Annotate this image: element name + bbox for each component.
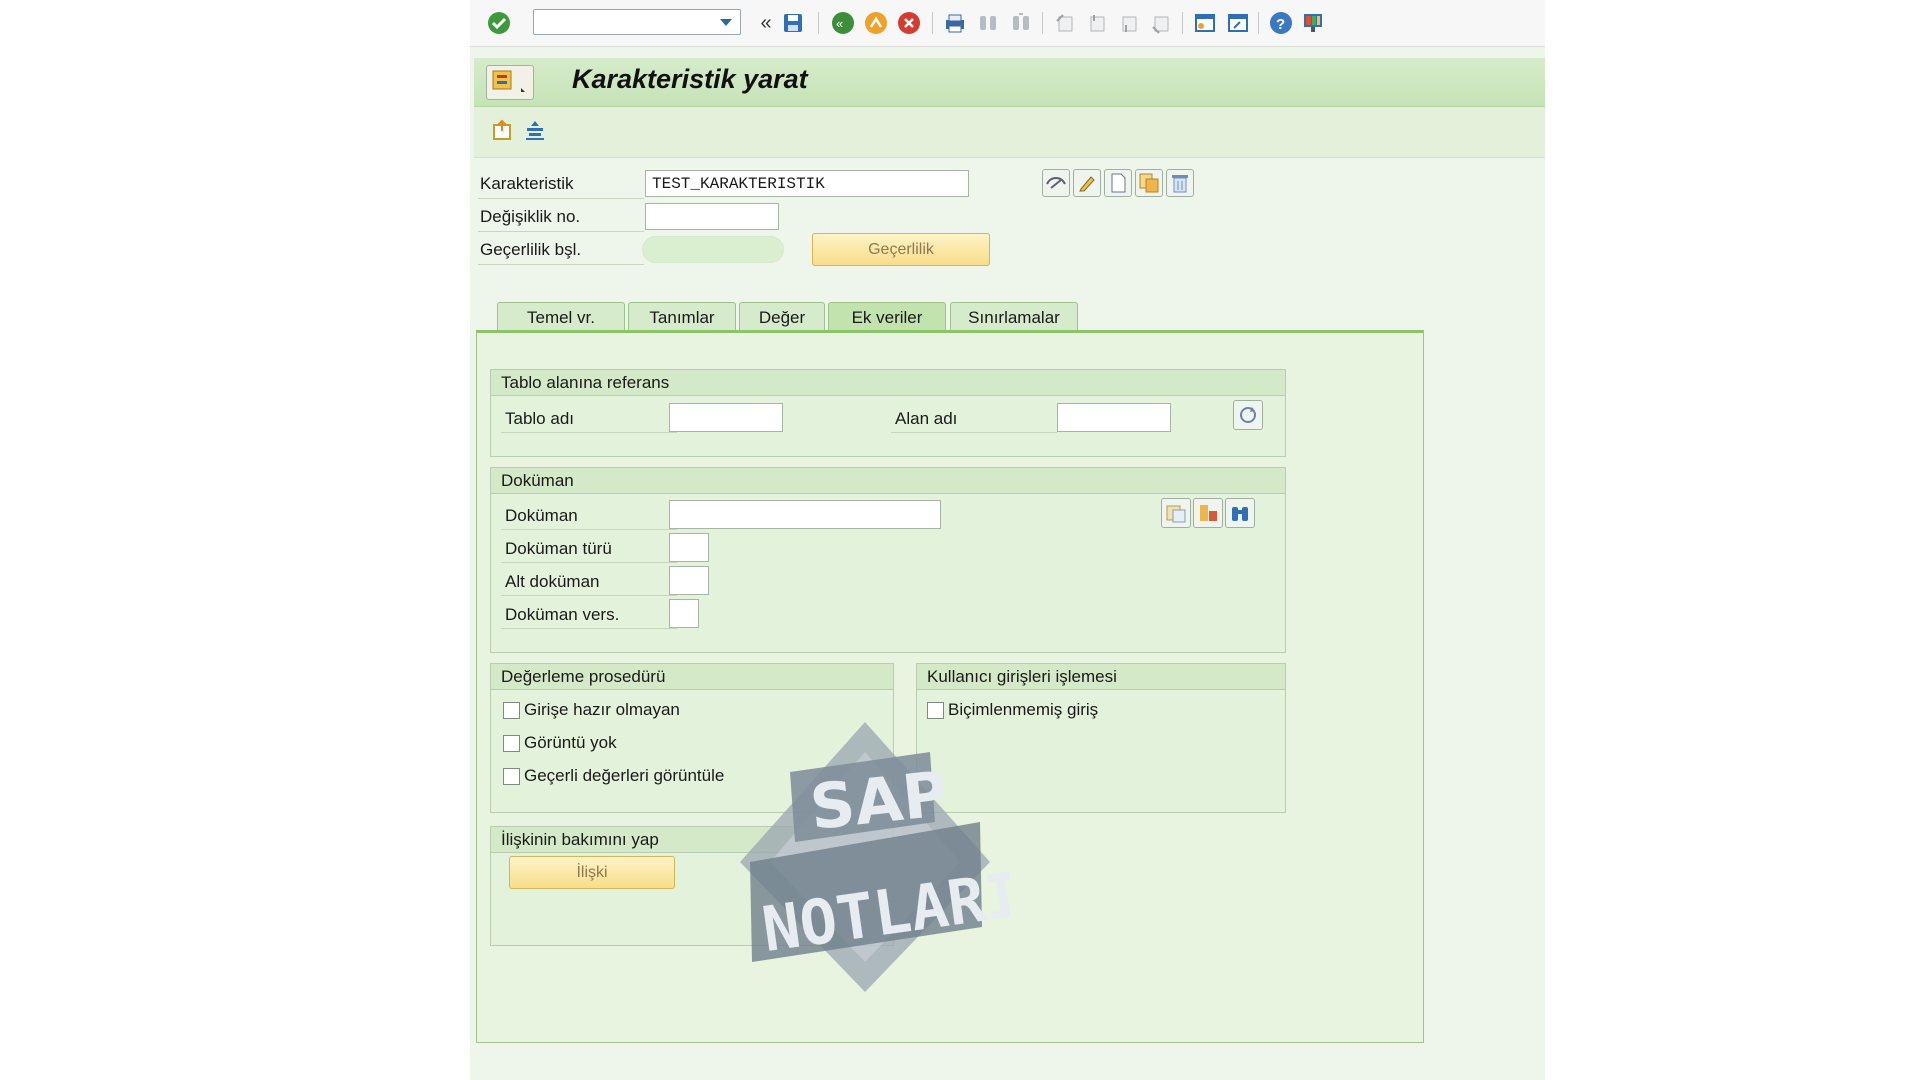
find-next-icon [1008,10,1034,36]
validity-button[interactable]: Geçerlilik [812,233,990,266]
valid-from-field [642,236,784,263]
exit-icon[interactable] [863,10,889,36]
tab-additional-data[interactable]: Ek veriler [828,302,946,332]
tab-basic-data[interactable]: Temel vr. [497,302,625,332]
table-reference-group: Tablo alanına referans Tablo adı Alan ad… [490,369,1286,457]
no-display-checkbox[interactable] [503,735,520,752]
chevron-down-icon[interactable] [720,19,732,26]
customize-layout-icon[interactable] [1300,10,1326,36]
page-title: Karakteristik yarat [572,64,808,94]
no-display-label: Görüntü yok [524,733,617,752]
last-page-icon [1148,10,1174,36]
save-icon[interactable] [780,10,806,36]
document-field[interactable] [669,500,941,529]
back-icon[interactable]: « [830,10,856,36]
field-name-label: Alan adı [895,409,958,428]
svg-text:«: « [836,16,843,31]
not-ready-for-input-checkbox[interactable] [503,702,520,719]
tab-restrictions[interactable]: Sınırlamalar [950,302,1078,332]
relation-title: İlişkinin bakımını yap [501,830,659,849]
refresh-icon[interactable] [1233,400,1263,430]
display-change-icon[interactable] [1042,169,1070,197]
cancel-icon[interactable] [896,10,922,36]
document-part-label: Alt doküman [505,572,600,591]
display-allowed-values-checkbox[interactable] [503,768,520,785]
table-name-field[interactable] [669,403,783,432]
document-type-field[interactable] [669,533,709,562]
hierarchy-icon[interactable] [522,117,548,143]
command-field[interactable] [533,9,741,35]
help-icon[interactable]: ? [1268,10,1294,36]
enter-icon[interactable] [486,10,512,36]
document-structure-icon[interactable] [1193,498,1223,528]
table-reference-title: Tablo alanına referans [501,373,670,392]
delete-trash-icon[interactable] [1166,169,1194,197]
next-page-icon [1116,10,1142,36]
system-toolbar: « « ? [470,0,1545,47]
back-history-icon[interactable]: « [753,10,779,36]
relation-button[interactable]: İlişki [509,856,675,889]
new-session-icon[interactable] [1192,10,1218,36]
document-group: Doküman Doküman Doküman türü Alt doküman… [490,467,1286,653]
valuation-title: Değerleme prosedürü [501,667,666,686]
valid-from-label: Geçerlilik bşl. [480,240,582,259]
first-page-icon [1052,10,1078,36]
display-document-icon[interactable] [1161,498,1191,528]
document-version-field[interactable] [669,599,699,628]
search-binoculars-icon[interactable] [1225,498,1255,528]
user-entry-title: Kullanıcı girişleri işlemesi [927,667,1117,686]
document-title: Doküman [501,471,574,490]
field-name-field[interactable] [1057,403,1171,432]
characteristic-icon [486,65,534,100]
application-toolbar [474,107,1545,158]
copy-icon[interactable] [1135,169,1163,197]
document-part-field[interactable] [669,566,709,595]
characteristic-field[interactable]: TEST_KARAKTERISTIK [645,170,969,197]
not-ready-for-input-label: Girişe hazır olmayan [524,700,680,719]
tab-values[interactable]: Değer [739,302,825,332]
characteristic-value: TEST_KARAKTERISTIK [652,175,825,193]
characteristic-label: Karakteristik [480,174,574,193]
change-no-field[interactable] [645,203,779,230]
previous-page-icon [1084,10,1110,36]
table-name-label: Tablo adı [505,409,574,428]
other-characteristic-icon[interactable] [490,117,516,143]
title-bar: Karakteristik yarat [474,58,1545,107]
document-label: Doküman [505,506,578,525]
shortcut-icon[interactable] [1225,10,1251,36]
document-type-label: Doküman türü [505,539,612,558]
edit-pencil-icon[interactable] [1073,169,1101,197]
create-document-icon[interactable] [1104,169,1132,197]
tab-descriptions[interactable]: Tanımlar [628,302,736,332]
watermark-logo: SAP NOTLARIM [720,712,1064,1002]
change-no-label: Değişiklik no. [480,207,581,226]
print-icon[interactable] [942,10,968,36]
display-allowed-values-label: Geçerli değerleri görüntüle [524,766,725,785]
document-version-label: Doküman vers. [505,605,620,624]
svg-text:?: ? [1276,16,1285,33]
find-icon [975,10,1001,36]
